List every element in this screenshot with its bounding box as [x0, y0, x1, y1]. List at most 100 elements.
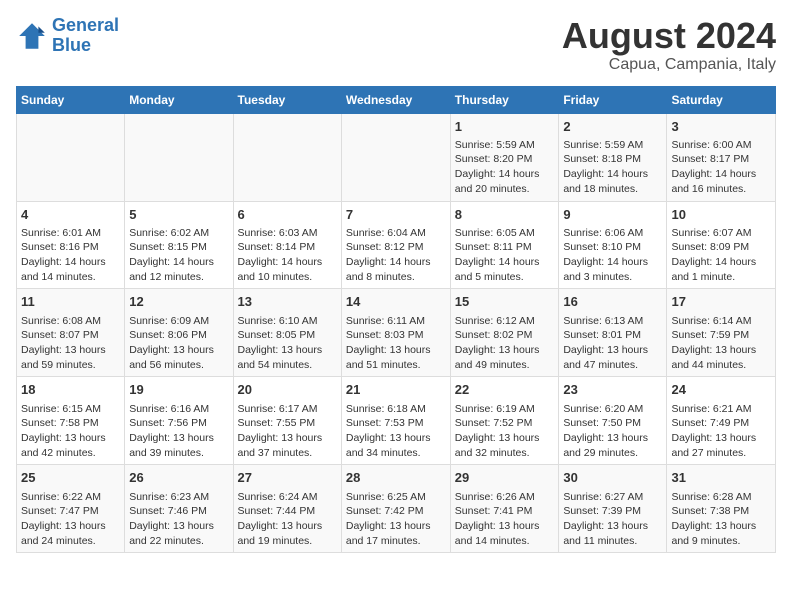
day-number: 22	[455, 381, 555, 399]
calendar-cell: 14Sunrise: 6:11 AMSunset: 8:03 PMDayligh…	[341, 289, 450, 377]
day-info: Daylight: 13 hours	[671, 343, 771, 358]
calendar-cell: 21Sunrise: 6:18 AMSunset: 7:53 PMDayligh…	[341, 377, 450, 465]
calendar-cell: 4Sunrise: 6:01 AMSunset: 8:16 PMDaylight…	[17, 201, 125, 289]
day-info: Daylight: 13 hours	[21, 431, 120, 446]
day-number: 9	[563, 206, 662, 224]
day-info: Sunset: 8:12 PM	[346, 240, 446, 255]
day-info: Daylight: 13 hours	[455, 431, 555, 446]
day-info: Sunrise: 6:02 AM	[129, 226, 228, 241]
calendar-cell: 27Sunrise: 6:24 AMSunset: 7:44 PMDayligh…	[233, 465, 341, 553]
day-info: and 16 minutes.	[671, 182, 771, 197]
day-info: Sunrise: 6:27 AM	[563, 490, 662, 505]
day-info: Sunrise: 6:03 AM	[238, 226, 337, 241]
day-info: Sunrise: 6:23 AM	[129, 490, 228, 505]
calendar-cell: 23Sunrise: 6:20 AMSunset: 7:50 PMDayligh…	[559, 377, 667, 465]
day-info: Sunset: 8:16 PM	[21, 240, 120, 255]
calendar-cell: 26Sunrise: 6:23 AMSunset: 7:46 PMDayligh…	[125, 465, 233, 553]
day-number: 15	[455, 293, 555, 311]
page-header: General Blue August 2024 Capua, Campania…	[16, 16, 776, 74]
weekday-header-wednesday: Wednesday	[341, 86, 450, 113]
calendar-cell: 15Sunrise: 6:12 AMSunset: 8:02 PMDayligh…	[450, 289, 559, 377]
calendar-cell	[125, 113, 233, 201]
day-info: and 34 minutes.	[346, 446, 446, 461]
weekday-header-sunday: Sunday	[17, 86, 125, 113]
day-info: Daylight: 13 hours	[129, 431, 228, 446]
day-info: Daylight: 14 hours	[346, 255, 446, 270]
calendar-cell: 10Sunrise: 6:07 AMSunset: 8:09 PMDayligh…	[667, 201, 776, 289]
calendar-cell: 5Sunrise: 6:02 AMSunset: 8:15 PMDaylight…	[125, 201, 233, 289]
day-info: and 44 minutes.	[671, 358, 771, 373]
day-info: Sunrise: 6:25 AM	[346, 490, 446, 505]
day-number: 19	[129, 381, 228, 399]
day-info: Daylight: 14 hours	[671, 255, 771, 270]
calendar-cell: 18Sunrise: 6:15 AMSunset: 7:58 PMDayligh…	[17, 377, 125, 465]
day-info: Sunset: 7:46 PM	[129, 504, 228, 519]
day-info: Sunrise: 6:05 AM	[455, 226, 555, 241]
day-info: and 5 minutes.	[455, 270, 555, 285]
day-number: 18	[21, 381, 120, 399]
calendar-cell: 7Sunrise: 6:04 AMSunset: 8:12 PMDaylight…	[341, 201, 450, 289]
day-info: Daylight: 13 hours	[671, 431, 771, 446]
day-info: Sunrise: 6:24 AM	[238, 490, 337, 505]
day-info: Sunrise: 6:06 AM	[563, 226, 662, 241]
day-number: 12	[129, 293, 228, 311]
day-info: Sunrise: 6:12 AM	[455, 314, 555, 329]
day-info: Daylight: 14 hours	[21, 255, 120, 270]
day-info: Sunrise: 6:16 AM	[129, 402, 228, 417]
day-info: and 24 minutes.	[21, 534, 120, 549]
day-info: Sunset: 8:18 PM	[563, 152, 662, 167]
day-info: Sunset: 8:01 PM	[563, 328, 662, 343]
day-number: 4	[21, 206, 120, 224]
day-info: Sunrise: 6:26 AM	[455, 490, 555, 505]
day-info: Sunset: 7:47 PM	[21, 504, 120, 519]
day-info: Sunset: 8:06 PM	[129, 328, 228, 343]
day-info: Sunset: 7:41 PM	[455, 504, 555, 519]
day-info: Sunrise: 6:08 AM	[21, 314, 120, 329]
day-number: 27	[238, 469, 337, 487]
day-info: and 27 minutes.	[671, 446, 771, 461]
calendar-cell: 2Sunrise: 5:59 AMSunset: 8:18 PMDaylight…	[559, 113, 667, 201]
day-info: Daylight: 14 hours	[455, 255, 555, 270]
logo-text: General Blue	[52, 16, 119, 56]
logo-icon	[16, 20, 48, 52]
day-number: 24	[671, 381, 771, 399]
day-info: and 22 minutes.	[129, 534, 228, 549]
title-block: August 2024 Capua, Campania, Italy	[562, 16, 776, 74]
calendar-cell: 1Sunrise: 5:59 AMSunset: 8:20 PMDaylight…	[450, 113, 559, 201]
day-number: 2	[563, 118, 662, 136]
calendar-cell: 30Sunrise: 6:27 AMSunset: 7:39 PMDayligh…	[559, 465, 667, 553]
day-info: Sunset: 8:15 PM	[129, 240, 228, 255]
day-info: Sunrise: 6:17 AM	[238, 402, 337, 417]
day-info: and 11 minutes.	[563, 534, 662, 549]
day-number: 14	[346, 293, 446, 311]
calendar-cell: 8Sunrise: 6:05 AMSunset: 8:11 PMDaylight…	[450, 201, 559, 289]
day-info: Daylight: 14 hours	[563, 255, 662, 270]
day-info: Sunset: 7:58 PM	[21, 416, 120, 431]
day-info: Sunset: 8:07 PM	[21, 328, 120, 343]
day-info: Sunset: 7:55 PM	[238, 416, 337, 431]
day-number: 7	[346, 206, 446, 224]
day-info: and 14 minutes.	[21, 270, 120, 285]
day-info: and 12 minutes.	[129, 270, 228, 285]
day-info: and 17 minutes.	[346, 534, 446, 549]
day-info: Sunrise: 6:28 AM	[671, 490, 771, 505]
calendar-cell: 20Sunrise: 6:17 AMSunset: 7:55 PMDayligh…	[233, 377, 341, 465]
day-info: Sunset: 8:09 PM	[671, 240, 771, 255]
day-info: Daylight: 13 hours	[563, 519, 662, 534]
day-info: Sunset: 7:39 PM	[563, 504, 662, 519]
day-info: Daylight: 14 hours	[129, 255, 228, 270]
day-info: Daylight: 13 hours	[563, 343, 662, 358]
calendar-cell: 16Sunrise: 6:13 AMSunset: 8:01 PMDayligh…	[559, 289, 667, 377]
day-info: Sunrise: 6:21 AM	[671, 402, 771, 417]
day-info: Daylight: 13 hours	[563, 431, 662, 446]
day-number: 1	[455, 118, 555, 136]
day-info: Daylight: 13 hours	[346, 343, 446, 358]
day-number: 10	[671, 206, 771, 224]
weekday-header-thursday: Thursday	[450, 86, 559, 113]
calendar-cell: 12Sunrise: 6:09 AMSunset: 8:06 PMDayligh…	[125, 289, 233, 377]
logo-line2: Blue	[52, 35, 91, 55]
calendar-cell: 19Sunrise: 6:16 AMSunset: 7:56 PMDayligh…	[125, 377, 233, 465]
day-number: 8	[455, 206, 555, 224]
calendar-cell: 28Sunrise: 6:25 AMSunset: 7:42 PMDayligh…	[341, 465, 450, 553]
day-info: Daylight: 13 hours	[346, 431, 446, 446]
